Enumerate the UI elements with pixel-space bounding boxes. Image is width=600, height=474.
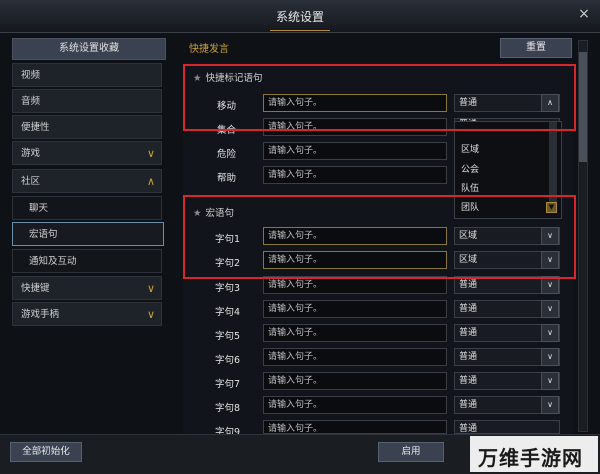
row-label: 帮助 xyxy=(216,173,236,184)
sentence-input[interactable]: 请输入句子。 xyxy=(263,396,447,414)
chevron-down-icon[interactable]: ∨ xyxy=(541,396,559,414)
sidebar-item-label: 游戏手柄 xyxy=(21,309,60,320)
sentence-input[interactable]: 请输入句子。 xyxy=(263,166,447,184)
sidebar-item-chat[interactable]: 聊天 xyxy=(12,196,162,220)
sentence-input[interactable]: 请输入句子。 xyxy=(263,142,447,160)
sidebar-item-hotkeys[interactable]: 快捷键 ∨ xyxy=(12,276,162,300)
sidebar-item-video[interactable]: 视频 xyxy=(12,63,162,87)
sidebar-item-label: 宏语句 xyxy=(29,229,58,240)
dropdown-scrollbar[interactable] xyxy=(549,122,557,202)
chevron-down-icon[interactable]: ∨ xyxy=(541,300,559,318)
scrollbar-thumb[interactable] xyxy=(579,52,587,162)
chevron-down-icon: ∨ xyxy=(146,308,155,321)
chevron-down-icon[interactable]: ∨ xyxy=(541,324,559,342)
sidebar-item-community[interactable]: 社区 ∧ xyxy=(12,169,162,193)
dropdown-option[interactable]: 公会 xyxy=(461,162,479,175)
sidebar-item-game[interactable]: 游戏 ∨ xyxy=(12,141,162,165)
row-label: 字句3 xyxy=(214,283,240,294)
channel-select[interactable]: 普通 xyxy=(454,420,560,434)
favorites-tab[interactable]: 系统设置收藏 xyxy=(12,38,166,60)
sidebar-item-label: 游戏 xyxy=(21,148,41,159)
highlight-box xyxy=(183,195,576,279)
row-label: 字句7 xyxy=(214,379,240,390)
reset-all-button[interactable]: 全部初始化 xyxy=(10,442,82,462)
chevron-down-icon: ∨ xyxy=(146,282,155,295)
apply-button[interactable]: 启用 xyxy=(378,442,444,462)
sidebar-item-convenience[interactable]: 便捷性 xyxy=(12,115,162,139)
window-title: 系统设置 xyxy=(275,10,324,24)
chevron-up-icon: ∧ xyxy=(146,175,155,188)
sidebar-item-label: 便捷性 xyxy=(21,122,50,133)
dropdown-option[interactable]: 区域 xyxy=(461,142,479,155)
sidebar-item-label: 社区 xyxy=(21,176,41,187)
sentence-input[interactable]: 请输入句子。 xyxy=(263,348,447,366)
row-label: 字句6 xyxy=(214,355,240,366)
row-label: 字句4 xyxy=(214,307,240,318)
row-label: 危险 xyxy=(216,149,236,160)
sidebar-item-label: 视频 xyxy=(21,70,41,81)
sentence-input[interactable]: 请输入句子。 xyxy=(263,372,447,390)
sentence-input[interactable]: 请输入句子。 xyxy=(263,420,447,434)
sidebar-item-audio[interactable]: 音频 xyxy=(12,89,162,113)
sidebar-item-label: 快捷键 xyxy=(21,283,50,294)
row-label: 字句5 xyxy=(214,331,240,342)
sidebar-item-gamepad[interactable]: 游戏手柄 ∨ xyxy=(12,302,162,326)
sentence-input[interactable]: 请输入句子。 xyxy=(263,324,447,342)
title-ornament xyxy=(270,24,330,31)
chevron-down-icon[interactable]: ∨ xyxy=(541,372,559,390)
section-title: 快捷发言 xyxy=(189,44,229,55)
reset-button[interactable]: 重置 xyxy=(500,38,572,58)
watermark-text: 万维手游网 xyxy=(478,446,583,470)
sidebar-item-label: 音频 xyxy=(21,96,41,107)
highlight-box xyxy=(183,64,576,131)
sentence-input[interactable]: 请输入句子。 xyxy=(263,300,447,318)
dropdown-option[interactable]: 队伍 xyxy=(461,181,479,194)
sidebar-item-macro[interactable]: 宏语句 xyxy=(12,222,164,246)
close-icon[interactable]: × xyxy=(576,6,592,22)
sidebar-item-label: 通知及互动 xyxy=(29,256,77,267)
chevron-down-icon[interactable]: ∨ xyxy=(541,348,559,366)
sidebar-item-notifications[interactable]: 通知及互动 xyxy=(12,249,162,273)
sidebar-item-label: 聊天 xyxy=(29,203,49,214)
row-label: 字句8 xyxy=(214,403,240,414)
chevron-down-icon: ∨ xyxy=(146,147,155,160)
